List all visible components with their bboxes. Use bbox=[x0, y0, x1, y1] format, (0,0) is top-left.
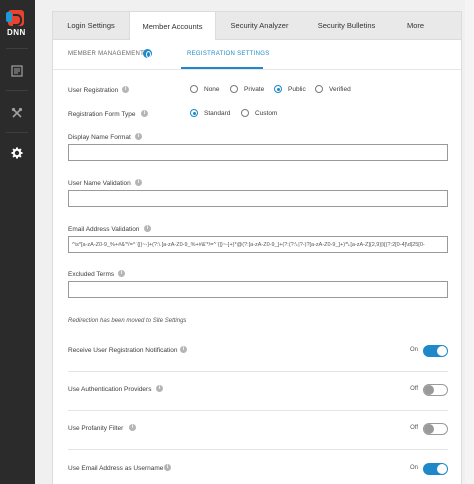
radio-label: None bbox=[204, 85, 220, 93]
tab-security-bulletins[interactable]: Security Bulletins bbox=[303, 12, 390, 39]
dnn-logo[interactable]: DNN bbox=[6, 10, 28, 38]
radio-label: Standard bbox=[204, 109, 231, 117]
excluded-terms-input[interactable] bbox=[68, 281, 448, 298]
divider bbox=[68, 449, 448, 450]
info-icon[interactable]: i bbox=[135, 133, 142, 140]
display-name-format-label: Display Name Format bbox=[68, 134, 131, 141]
info-icon[interactable]: i bbox=[180, 346, 187, 353]
switch-state-text: Off bbox=[410, 425, 418, 431]
switch-label-profanity-filter: Use Profanity Filter bbox=[68, 425, 124, 432]
rail-divider bbox=[6, 132, 28, 133]
settings-panel: Login Settings Member Accounts Security … bbox=[52, 11, 462, 484]
info-icon[interactable]: i bbox=[144, 225, 151, 232]
tab-member-accounts[interactable]: Member Accounts bbox=[129, 12, 216, 40]
radio-public[interactable]: Public bbox=[274, 85, 306, 93]
radio-circle bbox=[241, 109, 249, 117]
document-icon[interactable] bbox=[8, 62, 26, 80]
divider bbox=[68, 410, 448, 411]
profanity-filter-toggle[interactable] bbox=[423, 423, 448, 435]
rail-divider bbox=[6, 90, 28, 91]
subtab-bar: MEMBER MANAGEMENT REGISTRATION SETTINGS bbox=[53, 40, 461, 70]
email-address-validation-label: Email Address Validation bbox=[68, 226, 140, 233]
registration-notification-toggle[interactable] bbox=[423, 345, 448, 357]
tab-security-analyzer[interactable]: Security Analyzer bbox=[216, 12, 303, 39]
subtab-registration-settings[interactable]: REGISTRATION SETTINGS bbox=[187, 51, 270, 57]
radio-circle bbox=[190, 85, 198, 93]
divider bbox=[68, 371, 448, 372]
switch-label-email-as-username: Use Email Address as Username bbox=[68, 465, 164, 472]
registration-form-type-label: Registration Form Type bbox=[68, 111, 136, 118]
user-name-validation-label: User Name Validation bbox=[68, 180, 131, 187]
radio-circle bbox=[274, 85, 282, 93]
authentication-providers-toggle[interactable] bbox=[423, 384, 448, 396]
radio-custom[interactable]: Custom bbox=[241, 109, 277, 117]
switch-label-registration-notification: Receive User Registration Notification bbox=[68, 347, 178, 354]
toggle-knob bbox=[424, 385, 434, 395]
info-icon[interactable]: i bbox=[118, 270, 125, 277]
tools-icon[interactable] bbox=[8, 104, 26, 122]
page-scroll-track[interactable] bbox=[465, 0, 474, 484]
switch-state-text: On bbox=[409, 347, 418, 353]
radio-circle bbox=[230, 85, 238, 93]
toggle-knob bbox=[437, 346, 447, 356]
display-name-format-input[interactable] bbox=[68, 144, 448, 161]
radio-none[interactable]: None bbox=[190, 85, 220, 93]
subtab-member-management[interactable]: MEMBER MANAGEMENT bbox=[68, 51, 144, 57]
email-as-username-toggle[interactable] bbox=[423, 463, 448, 475]
radio-standard[interactable]: Standard bbox=[190, 109, 230, 117]
user-registration-label: User Registration bbox=[68, 87, 119, 94]
radio-label: Private bbox=[244, 85, 265, 93]
switch-label-authentication-providers: Use Authentication Providers bbox=[68, 386, 152, 393]
toggle-knob bbox=[437, 464, 447, 474]
active-subtab-indicator bbox=[181, 67, 263, 69]
tab-bar: Login Settings Member Accounts Security … bbox=[53, 12, 461, 40]
info-icon[interactable]: i bbox=[129, 424, 136, 431]
rail-divider bbox=[6, 48, 28, 49]
switch-state-text: Off bbox=[410, 386, 418, 392]
email-address-validation-input[interactable] bbox=[68, 236, 448, 253]
logo-text: DNN bbox=[7, 28, 26, 37]
radio-label: Custom bbox=[255, 109, 278, 117]
logo-accent bbox=[6, 12, 12, 22]
radio-verified[interactable]: Verified bbox=[315, 85, 351, 93]
info-icon[interactable]: i bbox=[164, 464, 171, 471]
left-rail: DNN bbox=[0, 0, 35, 484]
radio-label: Public bbox=[288, 85, 306, 93]
gear-icon[interactable] bbox=[8, 144, 26, 162]
info-icon[interactable]: i bbox=[122, 86, 129, 93]
radio-circle bbox=[315, 85, 323, 93]
user-name-validation-input[interactable] bbox=[68, 190, 448, 207]
info-icon[interactable]: i bbox=[156, 385, 163, 392]
radio-label: Verified bbox=[329, 85, 351, 93]
redirection-note: Redirection has been moved to Site Setti… bbox=[68, 318, 187, 324]
switch-state-text: On bbox=[409, 465, 418, 471]
tab-login-settings[interactable]: Login Settings bbox=[53, 12, 129, 39]
toggle-knob bbox=[424, 424, 434, 434]
radio-private[interactable]: Private bbox=[230, 85, 264, 93]
info-icon[interactable]: i bbox=[135, 179, 142, 186]
excluded-terms-label: Excluded Terms bbox=[68, 271, 115, 278]
info-icon[interactable]: i bbox=[141, 110, 148, 117]
radio-circle bbox=[190, 109, 198, 117]
globe-icon bbox=[143, 49, 152, 58]
tab-more[interactable]: More bbox=[390, 12, 441, 39]
